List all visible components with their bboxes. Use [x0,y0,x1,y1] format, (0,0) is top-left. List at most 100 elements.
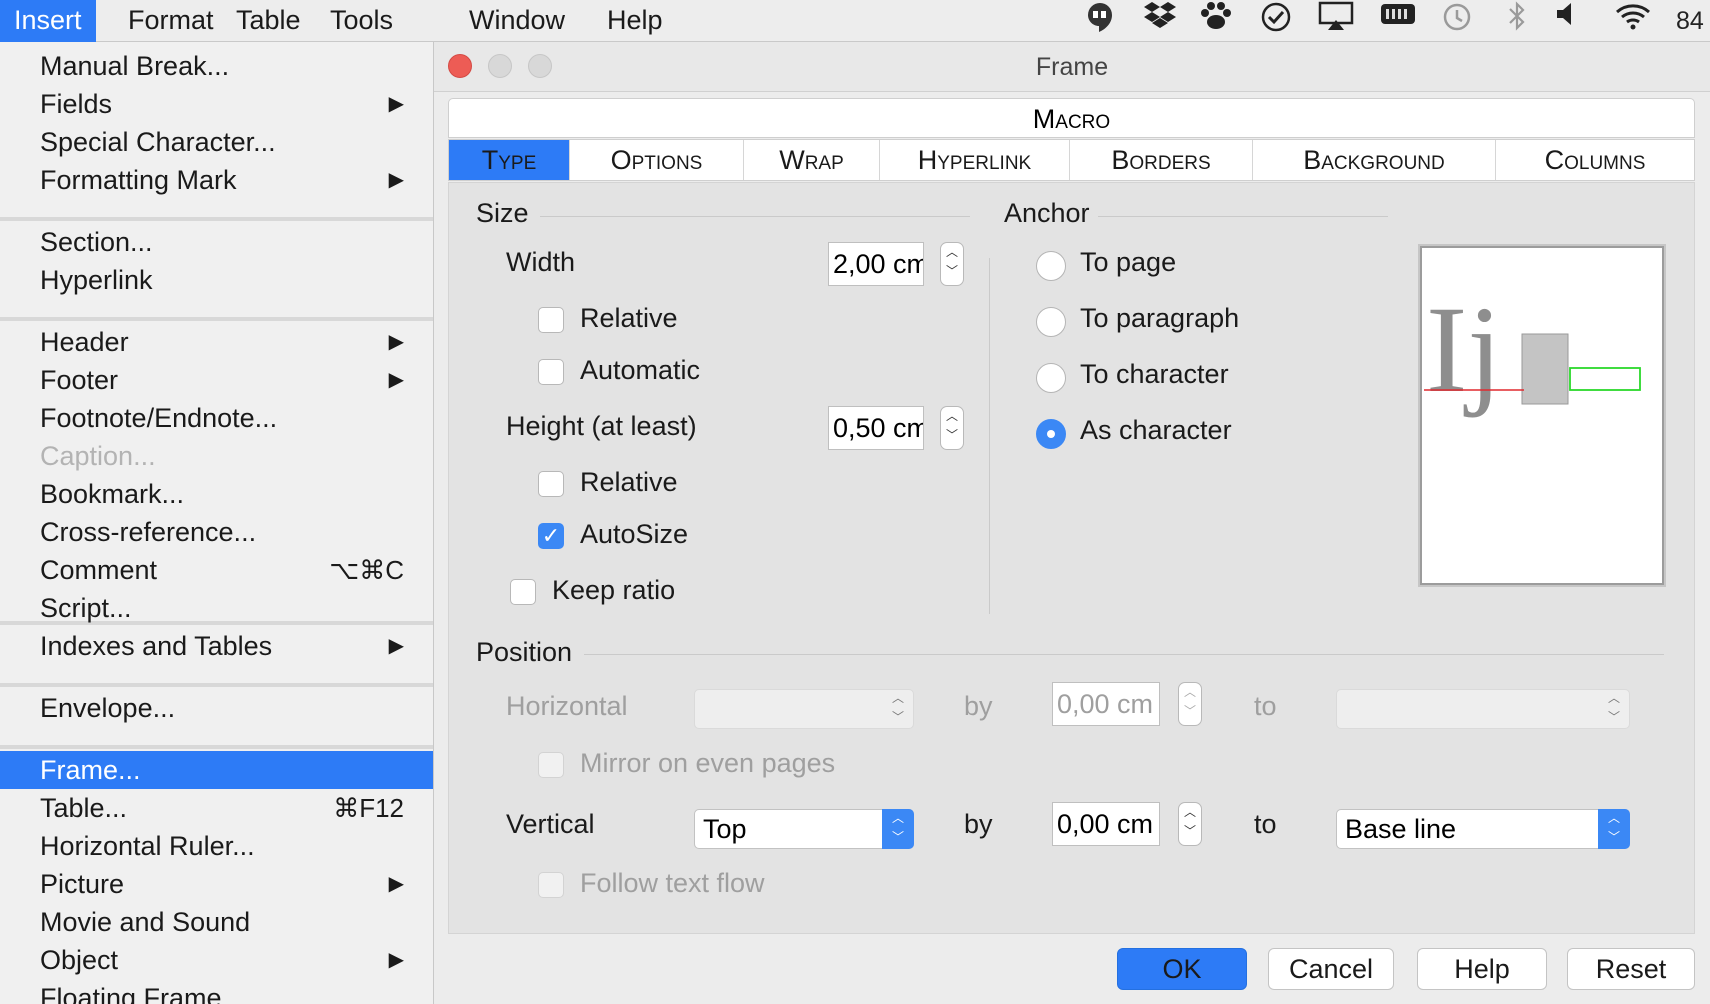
tab-background[interactable]: Background [1253,140,1496,180]
menu-separator [0,683,433,687]
width-relative-checkbox[interactable] [538,307,564,333]
battery-meter-icon[interactable] [1376,0,1420,42]
menu-item-script[interactable]: Script... [0,589,433,627]
menu-item-movie-and-sound[interactable]: Movie and Sound [0,903,433,941]
vertical-by-input[interactable]: 0,00 cm [1052,802,1160,846]
tab-wrap[interactable]: Wrap [744,140,880,180]
menu-item-manual-break[interactable]: Manual Break... [0,47,433,85]
submenu-arrow-icon: ▶ [388,93,404,115]
checkmark-circle-icon[interactable] [1256,0,1296,42]
height-input[interactable]: 0,50 cm [828,406,924,450]
follow-text-flow-checkbox[interactable] [538,872,564,898]
tab-borders[interactable]: Borders [1070,140,1253,180]
menu-item-fields[interactable]: Fields ▶ [0,85,433,123]
time-machine-icon[interactable] [1436,0,1476,42]
horizontal-by-stepper[interactable]: ︿ ﹀ [1178,682,1202,726]
submenu-arrow-icon: ▶ [388,949,404,971]
menu-item-footnote-endnote[interactable]: Footnote/Endnote... [0,399,433,437]
anchor-as-character-label: As character [1080,415,1232,445]
menubar-table[interactable]: Table [222,0,315,42]
menu-item-hyperlink[interactable]: Hyperlink [0,261,433,299]
tab-type[interactable]: Type [449,140,570,180]
position-divider [584,654,1664,655]
vertical-label: Vertical [506,809,595,839]
anchor-divider [1098,216,1388,217]
menu-separator [0,317,433,321]
height-relative-checkbox[interactable] [538,471,564,497]
menu-item-special-character[interactable]: Special Character... [0,123,433,161]
mirror-checkbox[interactable] [538,752,564,778]
preview-glyphs: Ij [1426,281,1502,418]
width-stepper[interactable]: ︿ ﹀ [940,242,964,286]
menu-item-comment[interactable]: Comment ⌥⌘C [0,551,433,589]
menu-item-label: Formatting Mark [40,165,237,195]
menu-item-floating-frame[interactable]: Floating Frame... [0,979,433,1004]
menu-item-label: Bookmark... [40,479,185,509]
tab-columns[interactable]: Columns [1496,140,1694,180]
wifi-icon[interactable] [1610,0,1656,42]
size-heading: Size [476,198,529,228]
menubar-insert[interactable]: Insert [0,0,96,42]
insert-menu: Manual Break... Fields ▶ Special Character.… [0,42,434,1004]
anchor-as-character-radio[interactable] [1036,419,1066,449]
mirror-label: Mirror on even pages [580,748,836,778]
ok-button[interactable]: OK [1117,948,1247,990]
horizontal-select[interactable]: ︿ ﹀ [694,689,914,729]
menu-item-section[interactable]: Section... [0,223,433,261]
bluetooth-icon[interactable] [1500,0,1534,42]
width-input[interactable]: 2,00 cm [828,242,924,286]
anchor-to-page-radio[interactable] [1036,251,1066,281]
vertical-select[interactable]: Top ︿ ﹀ [694,809,914,849]
anchor-to-character-radio[interactable] [1036,363,1066,393]
menu-item-label: Hyperlink [40,265,153,295]
menu-item-header[interactable]: Header ▶ [0,323,433,361]
vertical-by-label: by [964,809,993,839]
horizontal-by-input[interactable]: 0,00 cm [1052,682,1160,726]
anchor-to-paragraph-radio[interactable] [1036,307,1066,337]
menu-item-label: Table... [40,793,128,823]
menu-item-label: Special Character... [40,127,276,157]
menu-item-formatting-mark[interactable]: Formatting Mark ▶ [0,161,433,199]
vertical-to-select-value: Base line [1345,814,1457,844]
frame-preview: Ij [1418,244,1666,587]
menu-item-picture[interactable]: Picture ▶ [0,865,433,903]
menubar-tools[interactable]: Tools [316,0,407,42]
help-button[interactable]: Help [1417,948,1547,990]
menu-item-label: Envelope... [40,693,176,723]
menubar-format[interactable]: Format [114,0,228,42]
reset-button[interactable]: Reset [1567,948,1695,990]
menu-item-footer[interactable]: Footer ▶ [0,361,433,399]
menu-item-frame[interactable]: Frame... [0,751,433,789]
menu-item-label: Horizontal Ruler... [40,831,255,861]
volume-icon[interactable] [1550,0,1584,42]
horizontal-to-select[interactable]: ︿ ﹀ [1336,689,1630,729]
automatic-checkbox[interactable] [538,359,564,385]
paw-icon[interactable] [1196,0,1236,42]
menu-item-label: Object [40,945,119,975]
vertical-select-arrows: ︿ ﹀ [882,809,914,849]
menu-item-bookmark[interactable]: Bookmark... [0,475,433,513]
menu-item-horizontal-ruler[interactable]: Horizontal Ruler... [0,827,433,865]
vertical-by-stepper[interactable]: ︿ ﹀ [1178,802,1202,846]
airplay-icon[interactable] [1314,0,1358,42]
tab-macro[interactable]: Macro [448,98,1695,138]
autosize-checkbox[interactable]: ✓ [538,523,564,549]
menubar-help[interactable]: Help [593,0,677,42]
automatic-label: Automatic [580,355,701,385]
menubar-window[interactable]: Window [455,0,579,42]
anchor-to-page-label: To page [1080,247,1177,277]
menu-item-cross-reference[interactable]: Cross-reference... [0,513,433,551]
menu-item-label: Manual Break... [40,51,230,81]
vertical-to-select[interactable]: Base line ︿ ﹀ [1336,809,1630,849]
tab-options[interactable]: Options [570,140,744,180]
keep-ratio-checkbox[interactable] [510,579,536,605]
menu-item-table[interactable]: Table... ⌘F12 [0,789,433,827]
tab-hyperlink[interactable]: Hyperlink [880,140,1070,180]
height-stepper[interactable]: ︿ ﹀ [940,406,964,450]
menu-item-object[interactable]: Object ▶ [0,941,433,979]
hangouts-icon[interactable] [1082,0,1118,42]
dropbox-icon[interactable] [1140,0,1180,42]
cancel-button[interactable]: Cancel [1268,948,1394,990]
menu-item-indexes-and-tables[interactable]: Indexes and Tables ▶ [0,627,433,665]
menu-item-envelope[interactable]: Envelope... [0,689,433,727]
